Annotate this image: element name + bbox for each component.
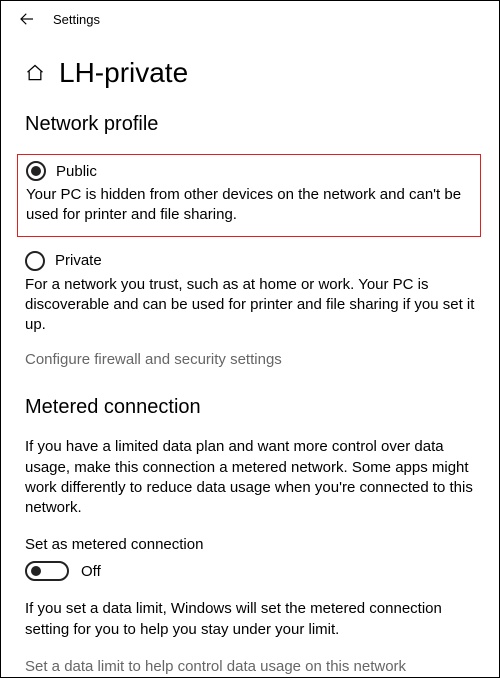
home-icon[interactable] <box>25 63 45 83</box>
data-limit-note: If you set a data limit, Windows will se… <box>25 599 475 640</box>
radio-private-label: Private <box>55 252 102 269</box>
radio-private[interactable]: Private <box>25 251 475 271</box>
metered-toggle[interactable] <box>25 561 69 581</box>
page-title: LH-private <box>59 57 188 89</box>
public-option-highlight: Public Your PC is hidden from other devi… <box>17 154 481 237</box>
radio-icon <box>25 251 45 271</box>
back-arrow-icon <box>18 10 36 28</box>
public-description: Your PC is hidden from other devices on … <box>26 185 472 226</box>
toggle-knob <box>31 566 41 576</box>
metered-toggle-state: Off <box>81 563 101 580</box>
radio-public-label: Public <box>56 163 97 180</box>
metered-heading: Metered connection <box>25 396 475 419</box>
data-limit-link[interactable]: Set a data limit to help control data us… <box>25 658 475 675</box>
firewall-settings-link[interactable]: Configure firewall and security settings <box>25 351 475 368</box>
window-title: Settings <box>53 12 100 27</box>
radio-public[interactable]: Public <box>26 161 472 181</box>
network-profile-heading: Network profile <box>25 113 475 136</box>
back-button[interactable] <box>7 1 47 37</box>
metered-toggle-label: Set as metered connection <box>25 536 475 553</box>
radio-icon <box>26 161 46 181</box>
private-description: For a network you trust, such as at home… <box>25 275 475 336</box>
metered-intro: If you have a limited data plan and want… <box>25 437 475 518</box>
